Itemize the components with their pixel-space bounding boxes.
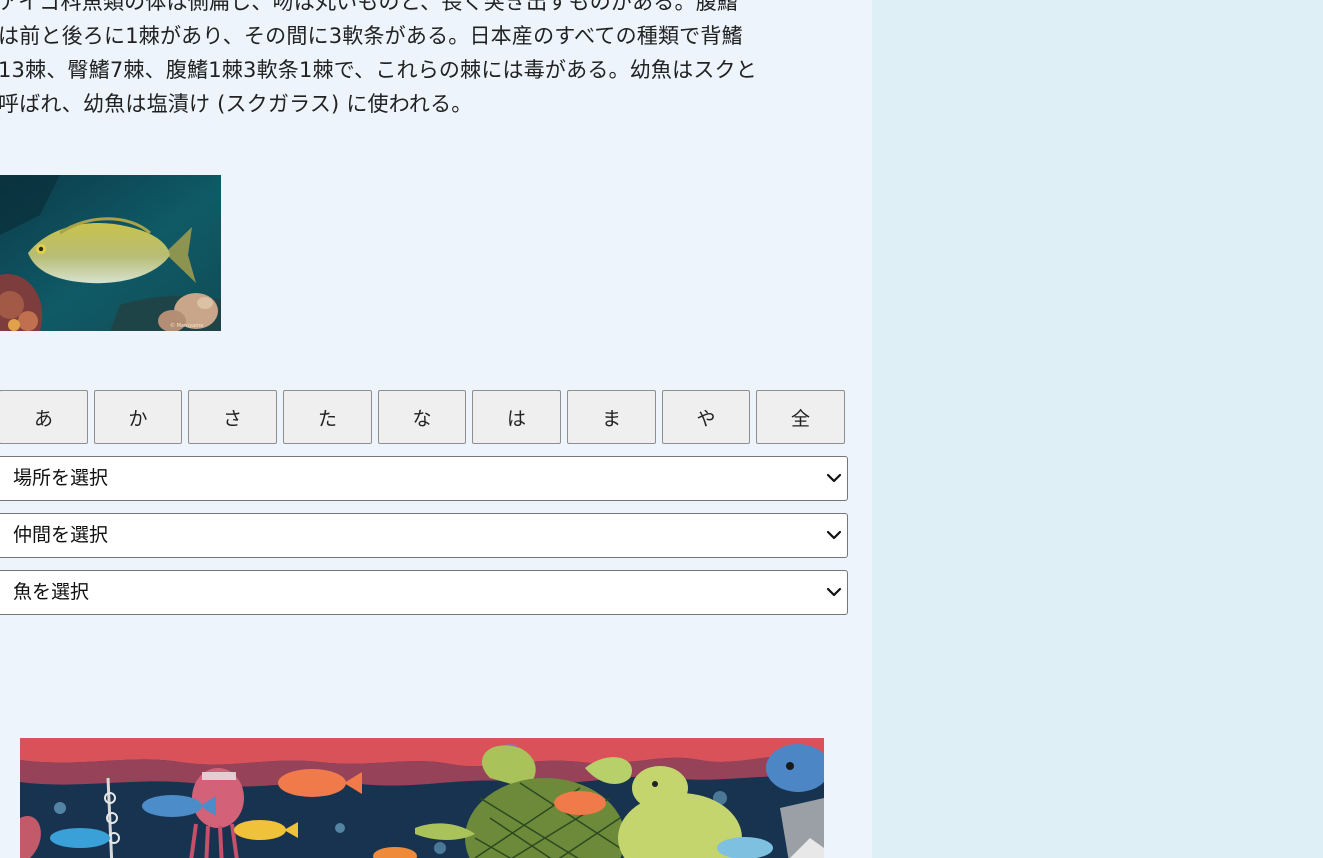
content-panel: アイゴ科魚類の体は側扁し、吻は丸いものと、長く突き出すものがある。腹鰭 は前と後…: [0, 0, 872, 858]
kana-button-ya[interactable]: や: [662, 390, 750, 444]
kana-button-all[interactable]: 全: [756, 390, 845, 444]
kana-index-bar: あ か さ た な は ま や 全: [0, 390, 847, 444]
kana-button-ha[interactable]: は: [472, 390, 561, 444]
group-select[interactable]: 仲間を選択: [0, 513, 848, 558]
place-select-value: 場所を選択: [13, 467, 109, 489]
kana-button-a[interactable]: あ: [0, 390, 88, 444]
kana-button-ka[interactable]: か: [94, 390, 182, 444]
chevron-down-icon: [826, 530, 842, 540]
photo-copyright: © Maruyama: [170, 322, 203, 329]
fish-select-value: 魚を選択: [13, 581, 90, 603]
description-line: 13棘、臀鰭7棘、腹鰭1棘3軟条1棘で、これらの棘には毒がある。幼魚はスクと: [0, 58, 757, 82]
kana-button-na[interactable]: な: [378, 390, 466, 444]
place-select[interactable]: 場所を選択: [0, 456, 848, 501]
chevron-down-icon: [826, 587, 842, 597]
species-description: アイゴ科魚類の体は側扁し、吻は丸いものと、長く突き出すものがある。腹鰭 は前と後…: [0, 0, 858, 121]
group-select-value: 仲間を選択: [13, 524, 109, 546]
fish-photo: © Maruyama: [0, 175, 221, 331]
kana-button-ma[interactable]: ま: [567, 390, 656, 444]
description-line: アイゴ科魚類の体は側扁し、吻は丸いものと、長く突き出すものがある。腹鰭: [0, 0, 739, 14]
chevron-down-icon: [826, 473, 842, 483]
aquarium-drawing-banner: [20, 738, 824, 858]
kana-button-sa[interactable]: さ: [188, 390, 277, 444]
kana-button-ta[interactable]: た: [283, 390, 372, 444]
description-line: 呼ばれ、幼魚は塩漬け (スクガラス) に使われる。: [0, 92, 473, 116]
description-line: は前と後ろに1棘があり、その間に3軟条がある。日本産のすべての種類で背鰭: [0, 24, 743, 48]
fish-select[interactable]: 魚を選択: [0, 570, 848, 615]
